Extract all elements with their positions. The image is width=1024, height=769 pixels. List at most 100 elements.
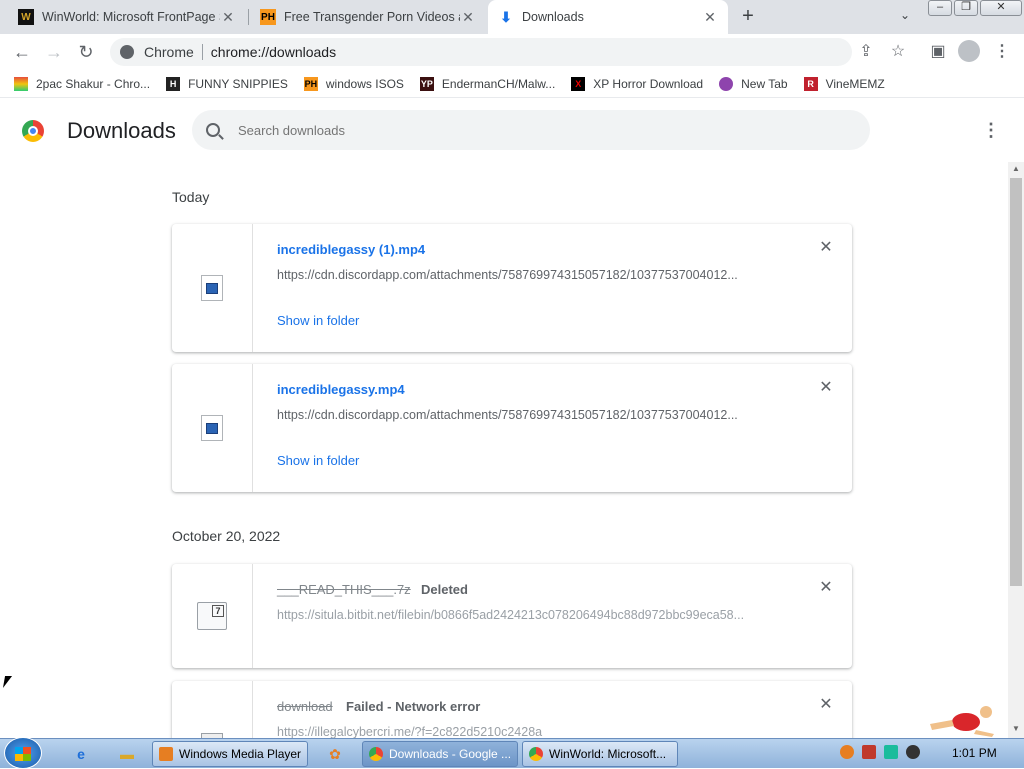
tab-strip: W WinWorld: Microsoft FrontPage S ✕ PH F… bbox=[0, 0, 1024, 34]
remove-icon[interactable]: ✕ bbox=[818, 580, 834, 596]
divider bbox=[201, 44, 203, 60]
download-card: 7 ___READ_THIS___.7z Deleted https://sit… bbox=[172, 564, 852, 668]
ph-icon: PH bbox=[260, 9, 276, 25]
bookmark-item[interactable]: 2pac Shakur - Chro... bbox=[14, 76, 151, 91]
download-icon: ⬇ bbox=[500, 8, 512, 25]
bookmark-star-icon[interactable]: ☆ bbox=[886, 40, 910, 64]
show-in-folder-link[interactable]: Show in folder bbox=[277, 313, 359, 328]
file-name-link[interactable]: incrediblegassy.mp4 bbox=[277, 382, 405, 397]
new-tab-button[interactable]: + bbox=[736, 4, 760, 28]
taskbar-item-label: Windows Media Player bbox=[179, 747, 302, 761]
scrollbar-thumb[interactable] bbox=[1010, 178, 1022, 586]
search-icon bbox=[206, 123, 220, 137]
restore-button[interactable]: ❐ bbox=[954, 0, 978, 16]
bookmark-item[interactable]: YP EndermanCH/Malw... bbox=[419, 76, 555, 91]
file-url[interactable]: https://situla.bitbit.net/filebin/b0866f… bbox=[277, 608, 777, 622]
bookmark-label: FUNNY SNIPPIES bbox=[188, 76, 288, 91]
bookmark-item[interactable]: PH windows ISOS bbox=[303, 76, 404, 91]
taskbar-item-wmp[interactable]: Windows Media Player bbox=[152, 741, 308, 767]
browser-toolbar: ← → ↻ Chrome chrome://downloads ⇪ ☆ ▣ ⋮ bbox=[0, 34, 1024, 70]
search-input[interactable] bbox=[236, 121, 836, 139]
clock[interactable]: 1:01 PM bbox=[952, 746, 997, 760]
download-card: incrediblegassy.mp4 https://cdn.discorda… bbox=[172, 364, 852, 492]
tray-search-icon[interactable] bbox=[840, 745, 854, 759]
reload-button[interactable]: ↻ bbox=[74, 40, 98, 64]
close-window-button[interactable]: ✕ bbox=[980, 0, 1022, 16]
flag-icon[interactable] bbox=[862, 745, 876, 759]
tab-title: WinWorld: Microsoft FrontPage S bbox=[42, 10, 220, 24]
paint-icon[interactable]: ✿ bbox=[322, 742, 348, 766]
h-icon: H bbox=[166, 76, 181, 91]
video-file-icon bbox=[201, 415, 223, 441]
file-icon-column bbox=[172, 224, 253, 352]
search-bar[interactable] bbox=[192, 110, 870, 150]
file-icon-column: 7 bbox=[172, 564, 253, 668]
chrome-icon bbox=[529, 747, 543, 761]
show-in-folder-link[interactable]: Show in folder bbox=[277, 453, 359, 468]
bookmark-item[interactable]: New Tab bbox=[719, 76, 788, 91]
chrome-logo-icon bbox=[22, 120, 44, 142]
volume-icon[interactable] bbox=[906, 745, 920, 759]
back-button[interactable]: ← bbox=[10, 40, 34, 64]
bookmark-label: windows ISOS bbox=[325, 76, 404, 91]
taskbar-item-chrome-downloads[interactable]: Downloads - Google ... bbox=[362, 741, 518, 767]
remove-icon[interactable]: ✕ bbox=[818, 697, 834, 713]
site-label: Chrome bbox=[144, 44, 194, 60]
side-panel-icon[interactable]: ▣ bbox=[926, 40, 950, 64]
taskbar-item-chrome-winworld[interactable]: WinWorld: Microsoft... bbox=[522, 741, 678, 767]
internet-explorer-icon[interactable]: e bbox=[68, 742, 94, 766]
bookmark-label: 2pac Shakur - Chro... bbox=[36, 76, 151, 91]
date-group-label: October 20, 2022 bbox=[172, 528, 281, 544]
remove-icon[interactable]: ✕ bbox=[818, 380, 834, 396]
tab-title: Downloads bbox=[522, 10, 584, 24]
downloads-header: Downloads ⋮ bbox=[0, 98, 1024, 162]
profile-avatar[interactable] bbox=[958, 40, 980, 62]
tab-ph[interactable]: PH Free Transgender Porn Videos an ✕ bbox=[250, 0, 486, 34]
bookmark-item[interactable]: R VineMEMZ bbox=[803, 76, 885, 91]
winworld-icon: W bbox=[18, 9, 34, 25]
file-url[interactable]: https://illegalcybercri.me/?f=2c822d5210… bbox=[277, 725, 777, 738]
bookmark-label: XP Horror Download bbox=[593, 76, 704, 91]
chrome-site-icon bbox=[120, 45, 134, 59]
tab-downloads[interactable]: ⬇ Downloads ✕ bbox=[488, 0, 728, 34]
explorer-folder-icon[interactable]: ▬ bbox=[114, 742, 140, 766]
bookmark-item[interactable]: H FUNNY SNIPPIES bbox=[166, 76, 288, 91]
start-button[interactable] bbox=[4, 737, 42, 769]
download-card: incrediblegassy (1).mp4 https://cdn.disc… bbox=[172, 224, 852, 352]
url-text: chrome://downloads bbox=[210, 44, 337, 60]
bookmark-item[interactable]: X XP Horror Download bbox=[571, 76, 704, 91]
minimize-button[interactable]: – bbox=[928, 0, 952, 16]
file-name: download bbox=[277, 699, 333, 714]
taskbar-item-label: Downloads - Google ... bbox=[389, 747, 512, 761]
network-icon[interactable] bbox=[884, 745, 898, 759]
more-actions-icon[interactable]: ⋮ bbox=[982, 120, 1000, 140]
file-url[interactable]: https://cdn.discordapp.com/attachments/7… bbox=[277, 408, 777, 422]
yp-icon: YP bbox=[419, 76, 434, 91]
page-title: Downloads bbox=[67, 118, 176, 143]
r-icon: R bbox=[803, 76, 818, 91]
tab-search-chevron-icon[interactable]: ⌄ bbox=[896, 8, 914, 26]
tab-winworld[interactable]: W WinWorld: Microsoft FrontPage S ✕ bbox=[8, 0, 246, 34]
window-controls: – ❐ ✕ bbox=[928, 0, 1024, 18]
scroll-up-arrow-icon[interactable]: ▲ bbox=[1008, 162, 1024, 176]
bookmark-label: New Tab bbox=[741, 76, 788, 91]
share-icon[interactable]: ⇪ bbox=[854, 40, 878, 64]
close-icon[interactable]: ✕ bbox=[702, 9, 718, 26]
forward-button[interactable]: → bbox=[42, 40, 66, 64]
scroll-down-arrow-icon[interactable]: ▼ bbox=[1008, 722, 1024, 736]
chrome-menu-icon[interactable]: ⋮ bbox=[990, 40, 1014, 64]
bookmarks-bar: 2pac Shakur - Chro... H FUNNY SNIPPIES PH… bbox=[0, 70, 1024, 98]
close-icon[interactable]: ✕ bbox=[220, 9, 236, 26]
download-card: download Failed - Network error https://… bbox=[172, 681, 852, 738]
chrome-rainbow-icon bbox=[14, 76, 28, 91]
remove-icon[interactable]: ✕ bbox=[818, 240, 834, 256]
archive-7z-icon: 7 bbox=[197, 602, 227, 630]
address-bar[interactable]: Chrome chrome://downloads bbox=[110, 38, 852, 66]
desktop-figure-image bbox=[930, 706, 994, 737]
file-name-link[interactable]: incrediblegassy (1).mp4 bbox=[277, 242, 425, 257]
bookmark-label: VineMEMZ bbox=[825, 76, 885, 91]
file-name: ___READ_THIS___.7z bbox=[277, 582, 411, 597]
system-tray bbox=[840, 745, 920, 759]
file-url[interactable]: https://cdn.discordapp.com/attachments/7… bbox=[277, 268, 777, 282]
close-icon[interactable]: ✕ bbox=[460, 9, 476, 26]
